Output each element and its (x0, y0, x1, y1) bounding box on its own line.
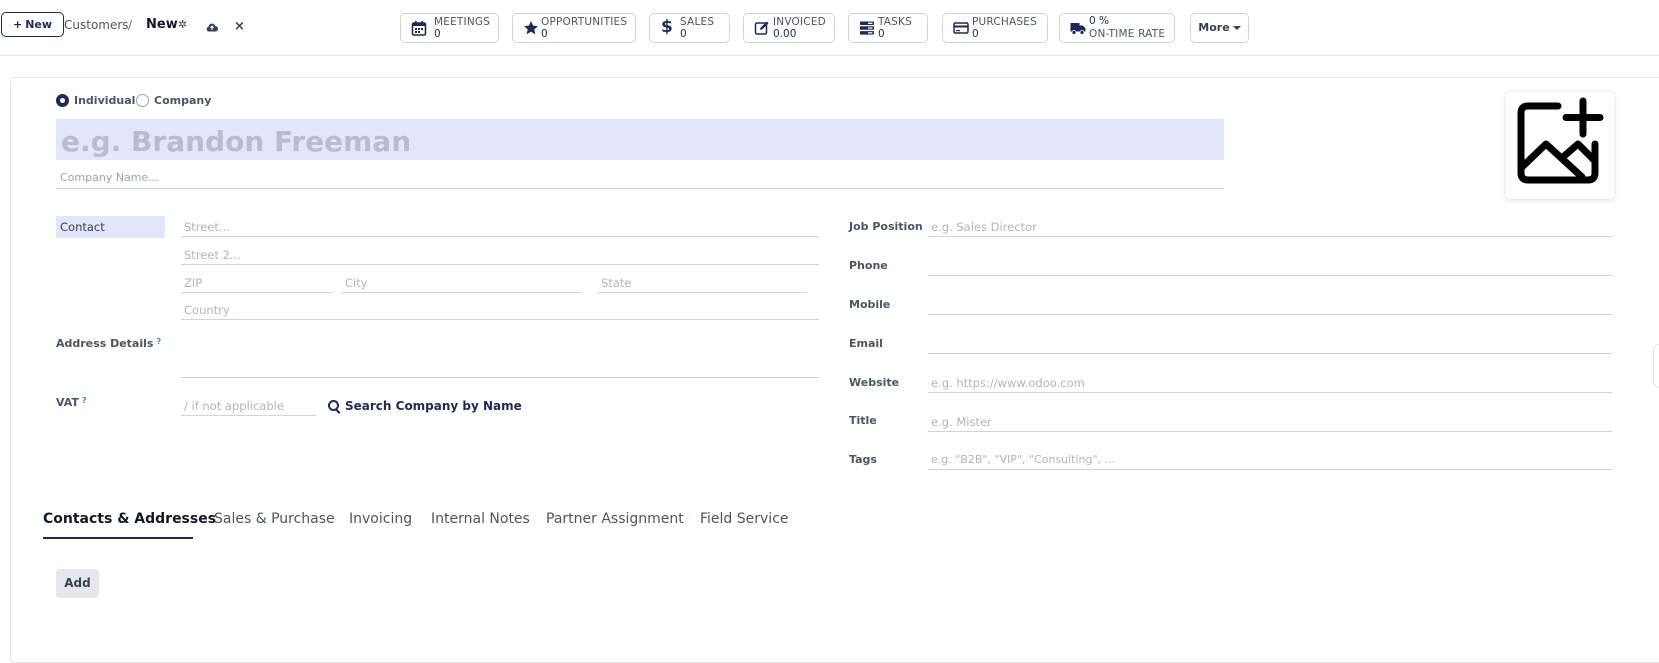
stat-value: 0.00 (773, 28, 797, 40)
stat-value: 0 % (1089, 15, 1109, 27)
stat-value: 0 (972, 28, 979, 40)
tags-input[interactable]: e.g. "B2B", "VIP", "Consulting", ... (928, 449, 1612, 470)
stat-label: TASKS (878, 16, 912, 28)
help-icon[interactable]: ? (82, 396, 87, 405)
zip-input[interactable]: ZIP (181, 272, 332, 293)
help-icon[interactable]: ? (156, 337, 161, 346)
add-contact-button[interactable]: Add (56, 569, 99, 598)
stat-on-time-rate[interactable]: 0 % ON-TIME RATE (1059, 13, 1175, 43)
search-icon (328, 400, 339, 411)
star-icon (524, 21, 538, 35)
plus-icon: + (13, 18, 23, 31)
credit-card-icon (953, 22, 969, 34)
title-label: Title (849, 414, 877, 427)
website-input[interactable]: e.g. https://www.odoo.com (928, 372, 1612, 393)
stat-invoiced[interactable]: INVOICED 0.00 (743, 13, 835, 43)
search-company-button[interactable]: Search Company by Name (328, 399, 522, 413)
new-button[interactable]: + New (1, 12, 65, 37)
chatter-toggle-handle[interactable] (1653, 344, 1659, 388)
vat-label: VAT? (56, 396, 87, 409)
street-input[interactable]: Street... (181, 216, 819, 237)
vat-input[interactable]: / if not applicable (181, 395, 316, 416)
cloud-save-icon[interactable] (206, 23, 218, 32)
breadcrumb-current: New (146, 17, 178, 32)
website-label: Website (849, 376, 900, 389)
tab-sales-purchase[interactable]: Sales & Purchase (214, 511, 335, 527)
tab-field-service[interactable]: Field Service (700, 511, 789, 527)
stat-label: MEETINGS (434, 16, 491, 28)
company-name-input[interactable]: Company Name... (56, 168, 1224, 189)
stat-value: 0 (541, 28, 548, 40)
active-tab-indicator (43, 537, 193, 539)
radio-individual-label[interactable]: Individual (74, 94, 135, 107)
country-input[interactable]: Country (181, 299, 819, 320)
stat-tasks[interactable]: TASKS 0 (848, 13, 928, 43)
stat-label: SALES (680, 16, 715, 28)
avatar-upload[interactable] (1506, 92, 1614, 199)
gear-icon[interactable]: ✲ (178, 18, 187, 31)
radio-company[interactable] (136, 94, 149, 107)
tab-internal-notes[interactable]: Internal Notes (431, 511, 530, 527)
city-input[interactable]: City (342, 272, 582, 293)
state-input[interactable]: State (598, 272, 807, 293)
stat-value: 0 (878, 28, 885, 40)
tab-partner-assignment[interactable]: Partner Assignment (546, 511, 684, 527)
title-input[interactable]: e.g. Mister (928, 411, 1612, 432)
stat-sales[interactable]: $ SALES 0 (649, 13, 730, 43)
radio-company-label[interactable]: Company (154, 94, 211, 107)
calendar-icon (411, 21, 427, 36)
more-button[interactable]: More (1190, 13, 1249, 43)
truck-icon (1070, 23, 1086, 35)
stat-opportunities[interactable]: OPPORTUNITIES 0 (512, 13, 636, 43)
breadcrumb-separator: / (128, 18, 133, 32)
phone-label: Phone (849, 259, 888, 272)
address-details-input[interactable] (181, 356, 819, 378)
breadcrumb-customers[interactable]: Customers (64, 18, 129, 32)
stat-value: 0 (434, 28, 441, 40)
stat-value: 0 (680, 28, 687, 40)
stat-label: PURCHASES (972, 16, 1037, 28)
mobile-input[interactable] (928, 294, 1612, 315)
tab-invoicing[interactable]: Invoicing (349, 511, 412, 527)
dollar-icon: $ (661, 17, 673, 37)
radio-individual[interactable] (56, 94, 69, 107)
stat-label: INVOICED (773, 16, 826, 28)
email-input[interactable] (928, 333, 1612, 354)
tasks-icon (860, 21, 874, 35)
phone-input[interactable] (928, 255, 1612, 276)
email-label: Email (849, 337, 883, 350)
name-input[interactable]: e.g. Brandon Freeman (56, 119, 1224, 160)
stat-purchases[interactable]: PURCHASES 0 (942, 13, 1048, 43)
control-panel: + New Customers / New ✲ × MEETINGS 0 OPPO… (0, 0, 1659, 56)
caret-down-icon (1232, 26, 1241, 30)
address-type-select[interactable]: Contact (56, 216, 165, 238)
stat-label: ON-TIME RATE (1089, 28, 1166, 40)
mobile-label: Mobile (849, 298, 891, 311)
tags-label: Tags (849, 453, 877, 466)
street2-input[interactable]: Street 2... (181, 244, 819, 265)
add-image-icon (1517, 97, 1604, 184)
edit-icon (754, 21, 769, 35)
stat-meetings[interactable]: MEETINGS 0 (400, 13, 499, 43)
address-details-label: Address Details? (56, 337, 162, 350)
job-position-label: Job Position (849, 220, 923, 233)
discard-icon[interactable]: × (234, 20, 245, 33)
stat-label: OPPORTUNITIES (541, 16, 628, 28)
job-position-input[interactable]: e.g. Sales Director (928, 216, 1612, 237)
tab-contacts-addresses[interactable]: Contacts & Addresses (43, 511, 216, 527)
